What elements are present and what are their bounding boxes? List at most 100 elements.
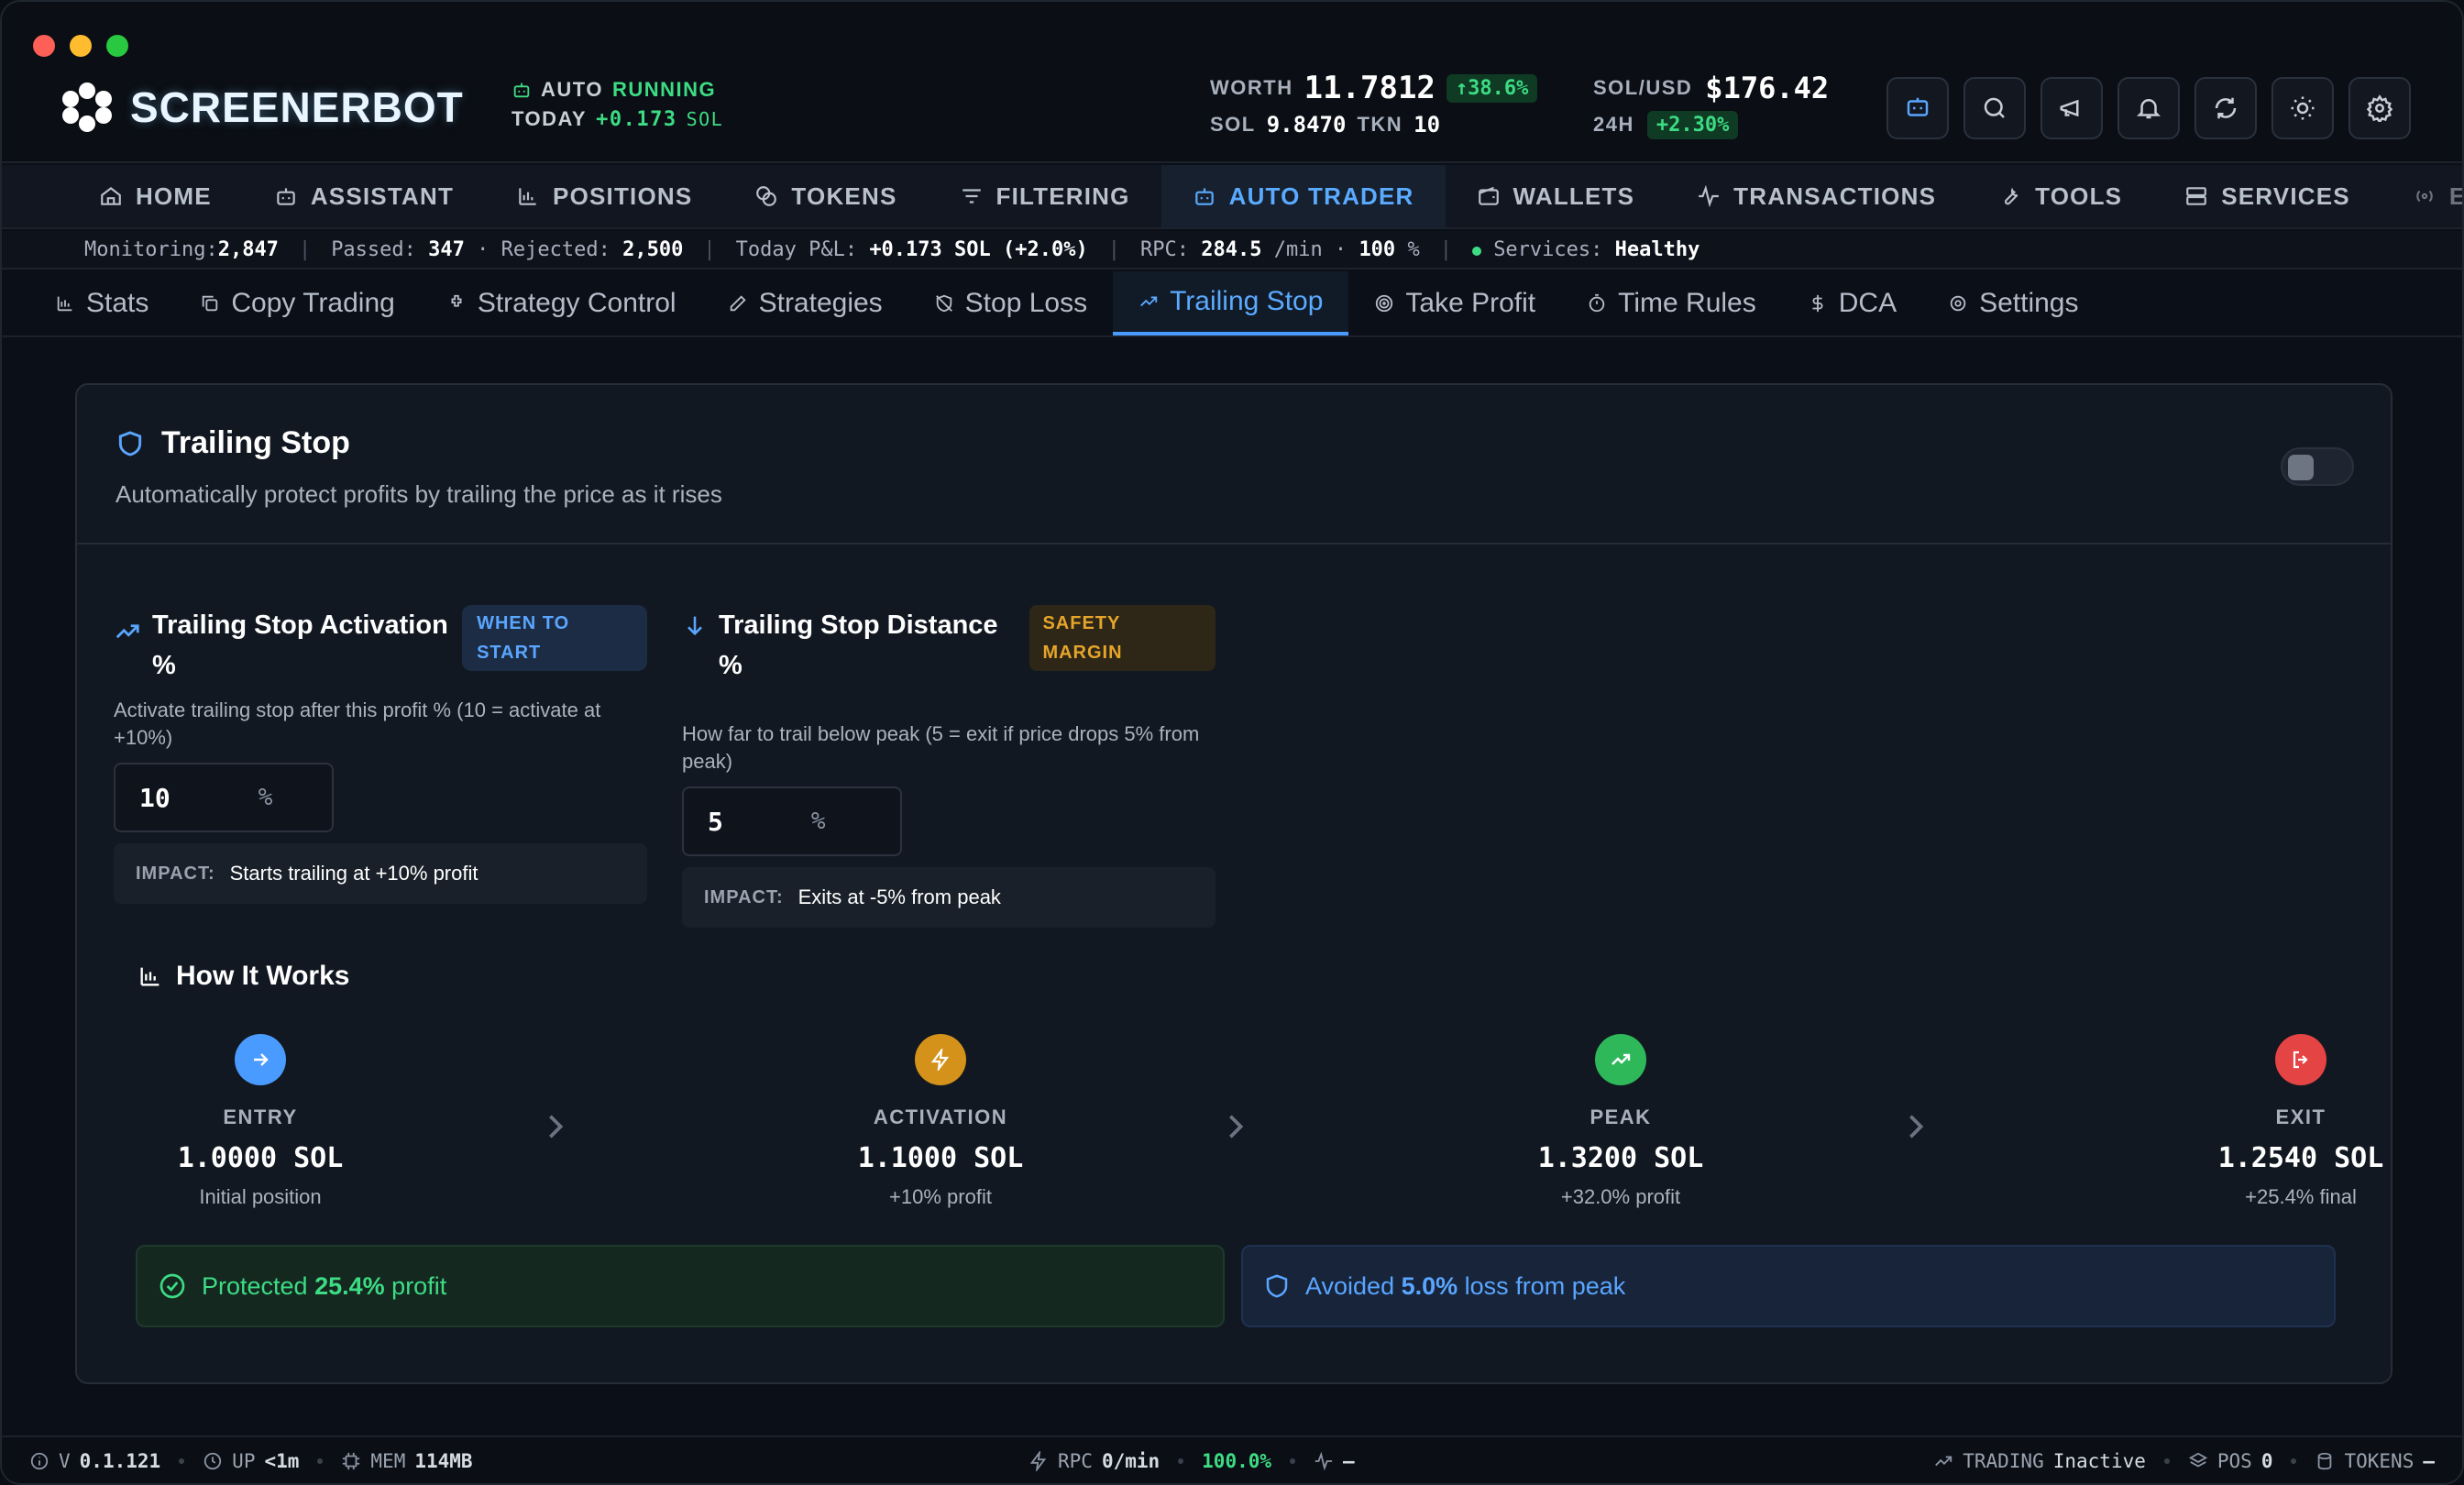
tab-strategy-control[interactable]: Strategy Control — [421, 271, 702, 336]
services-value: Healthy — [1614, 237, 1700, 261]
gear-icon — [2366, 94, 2393, 122]
tab-take-profit[interactable]: Take Profit — [1348, 271, 1561, 336]
refresh-button[interactable] — [2194, 77, 2257, 139]
assistant-icon — [1907, 97, 1929, 116]
bot-icon — [1194, 188, 1214, 205]
auto-label: AUTO — [541, 78, 603, 101]
nav-wallets[interactable]: WALLETS — [1446, 165, 1666, 227]
step-entry-label: ENTRY — [223, 1106, 298, 1128]
tab-stats[interactable]: Stats — [29, 271, 174, 336]
tab-strategies[interactable]: Strategies — [702, 271, 908, 336]
server-icon — [2186, 187, 2207, 205]
step-peak-label: PEAK — [1590, 1106, 1652, 1128]
close-window-button[interactable] — [33, 35, 55, 57]
refresh-icon — [2215, 97, 2237, 119]
activation-value: 10 — [139, 782, 170, 813]
info-icon — [30, 1452, 49, 1470]
logo-text: SCREENERBOT — [130, 83, 464, 131]
distance-input[interactable]: 5 % — [682, 786, 902, 856]
rpc-stat: RPC: 284.5 /min · 100 % — [1139, 237, 1420, 261]
toggle-knob — [2288, 455, 2314, 480]
bot-icon — [277, 188, 295, 205]
chevron-right-icon — [1909, 1115, 1924, 1138]
tab-stats-label: Stats — [86, 288, 149, 318]
nav-tools-label: TOOLS — [2035, 182, 2123, 210]
megaphone-icon — [2060, 99, 2079, 117]
nav-assistant[interactable]: ASSISTANT — [243, 165, 485, 227]
nav-tools[interactable]: TOOLS — [1967, 165, 2153, 227]
tab-dca[interactable]: DCA — [1782, 271, 1922, 336]
trailing-stop-toggle[interactable] — [2281, 447, 2354, 486]
tab-stop-loss[interactable]: Stop Loss — [908, 271, 1113, 336]
announcements-button[interactable] — [2040, 77, 2103, 139]
activation-input[interactable]: 10 % — [114, 763, 334, 832]
theme-button[interactable] — [2272, 77, 2334, 139]
copy-icon — [203, 295, 218, 312]
brand-logo[interactable]: SCREENERBOT — [62, 82, 464, 132]
nav-transactions[interactable]: TRANSACTIONS — [1666, 165, 1967, 227]
sun-icon — [2291, 96, 2315, 120]
nav-tokens-label: TOKENS — [791, 182, 897, 210]
main-nav: HOME ASSISTANT POSITIONS TOKENS FILTERIN… — [2, 165, 2462, 229]
settings-button[interactable] — [2348, 77, 2411, 139]
search-icon — [1984, 97, 2005, 118]
nav-filtering[interactable]: FILTERING — [929, 165, 1161, 227]
auto-trader-subtabs: Stats Copy Trading Strategy Control Stra… — [2, 271, 2462, 337]
rpc-pct-unit: % — [1407, 237, 1420, 261]
sol-value: 9.8470 — [1266, 112, 1347, 138]
tab-settings-label: Settings — [1979, 288, 2079, 318]
window-controls — [33, 35, 128, 57]
home-icon — [101, 186, 121, 205]
avoided-pre: Avoided — [1305, 1271, 1395, 1300]
footer-center: RPC 0/min 100.0% – — [1028, 1437, 1355, 1483]
worth-change-badge: ↑38.6% — [1446, 73, 1538, 103]
bell-icon — [2136, 99, 2162, 119]
activation-unit: % — [258, 784, 273, 811]
worth-label: WORTH — [1210, 76, 1293, 99]
version-value: 0.1.121 — [79, 1450, 161, 1472]
nav-auto-trader-label: AUTO TRADER — [1228, 182, 1414, 210]
logo-icon — [62, 82, 112, 132]
tab-settings[interactable]: Settings — [1922, 271, 2104, 336]
filter-icon — [962, 189, 981, 204]
nav-auto-trader[interactable]: AUTO TRADER — [1160, 165, 1446, 227]
protected-value: 25.4% — [314, 1271, 385, 1300]
nav-services[interactable]: SERVICES — [2153, 165, 2382, 227]
pos-value: 0 — [2260, 1450, 2273, 1472]
tab-copy-trading[interactable]: Copy Trading — [174, 271, 420, 336]
shield-icon — [1266, 1274, 1288, 1298]
today-unit: SOL — [686, 108, 724, 130]
tab-time-rules[interactable]: Time Rules — [1561, 271, 1782, 336]
assistant-button[interactable] — [1886, 77, 1949, 139]
step-peak-note: +32.0% profit — [1560, 1185, 1681, 1208]
step-exit-note: +25.4% final — [2245, 1185, 2357, 1208]
services-label: Services: — [1493, 237, 1603, 261]
step-exit-value: 1.2540 SOL — [2217, 1142, 2384, 1174]
tokens-label: TOKENS — [2344, 1450, 2414, 1472]
footer-rpc-pct: 100.0% — [1202, 1450, 1272, 1472]
maximize-window-button[interactable] — [106, 35, 128, 57]
tab-trailing-stop[interactable]: Trailing Stop — [1113, 271, 1349, 336]
tkn-label: TKN — [1357, 113, 1403, 136]
search-button[interactable] — [1964, 77, 2026, 139]
activation-impact: IMPACT: Starts trailing at +10% profit — [114, 843, 647, 904]
nav-home[interactable]: HOME — [68, 165, 243, 227]
step-exit-label: EXIT — [2275, 1106, 2326, 1128]
notifications-button[interactable] — [2118, 77, 2180, 139]
nav-positions[interactable]: POSITIONS — [485, 165, 723, 227]
activation-title: Trailing Stop Activation % — [152, 610, 448, 680]
minimize-window-button[interactable] — [70, 35, 92, 57]
h24-change-badge: +2.30% — [1646, 110, 1739, 139]
tab-strategy-control-label: Strategy Control — [477, 288, 676, 318]
nav-tokens[interactable]: TOKENS — [723, 165, 928, 227]
rejected-label: Rejected: — [500, 237, 610, 261]
nav-wallets-label: WALLETS — [1512, 182, 1635, 210]
nav-events[interactable]: EVE — [2382, 165, 2462, 227]
exit-icon — [2275, 1034, 2326, 1085]
step-activation: ACTIVATION 1.1000 SOL +10% profit — [803, 1034, 1078, 1209]
pnl-stat: Today P&L: +0.173 SOL (+2.0%) — [736, 238, 1088, 261]
card-header: Trailing Stop Automatically protect prof… — [77, 385, 2391, 544]
rpc-value: 284.5 — [1201, 237, 1262, 261]
chevron-right-icon — [1229, 1115, 1244, 1138]
cpu-icon — [343, 1452, 360, 1470]
